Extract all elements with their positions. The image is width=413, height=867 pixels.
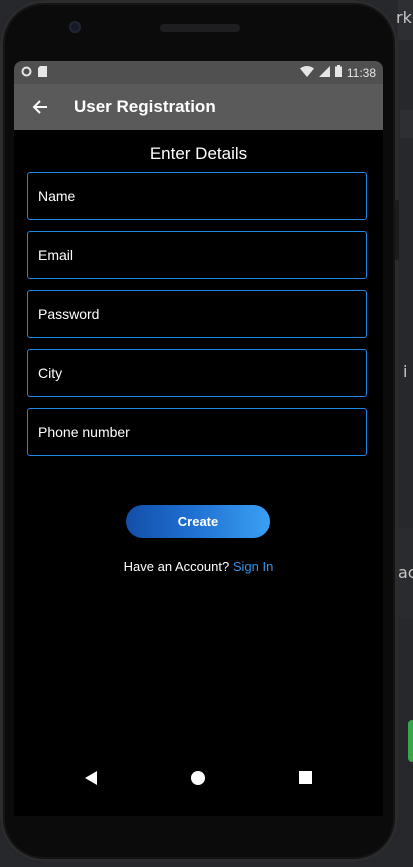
name-field-label: Name bbox=[38, 188, 76, 204]
system-nav-bar bbox=[14, 761, 383, 801]
page-title: User Registration bbox=[74, 97, 216, 116]
signal-icon bbox=[318, 65, 330, 80]
form-heading: Enter Details bbox=[149, 144, 248, 163]
nav-home-icon[interactable] bbox=[191, 771, 205, 790]
status-time: 11:38 bbox=[346, 65, 376, 80]
circle-notification-icon bbox=[21, 64, 32, 82]
background-text-fragment: i bbox=[403, 362, 408, 381]
wifi-icon bbox=[299, 65, 314, 80]
status-bar: 11:38 bbox=[14, 61, 383, 84]
phone-screen: 11:38 User Registration Enter Details Na… bbox=[14, 61, 383, 816]
sign-in-link[interactable]: Sign In bbox=[233, 559, 273, 574]
password-field[interactable]: Password bbox=[27, 290, 367, 338]
create-button[interactable]: Create bbox=[126, 505, 270, 538]
background-window-strip bbox=[400, 110, 413, 138]
phone-frame: 11:38 User Registration Enter Details Na… bbox=[0, 0, 399, 862]
sign-in-row: Have an Account? Sign In bbox=[14, 559, 383, 574]
city-field[interactable]: City bbox=[27, 349, 367, 397]
city-field-label: City bbox=[38, 365, 63, 381]
name-field[interactable]: Name bbox=[27, 172, 367, 220]
app-bar: User Registration bbox=[14, 84, 383, 130]
email-field[interactable]: Email bbox=[27, 231, 367, 279]
sd-card-icon bbox=[38, 64, 47, 82]
battery-icon bbox=[334, 65, 342, 80]
back-arrow-icon[interactable] bbox=[28, 95, 52, 119]
phone-number-field-label: Phone number bbox=[38, 424, 130, 440]
background-text-fragment: ac bbox=[398, 563, 413, 582]
background-green-button bbox=[408, 720, 413, 762]
earpiece-speaker bbox=[160, 24, 240, 32]
phone-number-field[interactable]: Phone number bbox=[27, 408, 367, 456]
front-camera bbox=[69, 21, 81, 33]
nav-back-icon[interactable] bbox=[85, 771, 97, 790]
power-button bbox=[395, 200, 399, 260]
password-field-label: Password bbox=[38, 306, 100, 322]
nav-recents-icon[interactable] bbox=[299, 771, 312, 789]
account-prompt: Have an Account? bbox=[123, 559, 230, 574]
background-text-fragment: rk bbox=[396, 8, 412, 27]
email-field-label: Email bbox=[38, 247, 74, 263]
